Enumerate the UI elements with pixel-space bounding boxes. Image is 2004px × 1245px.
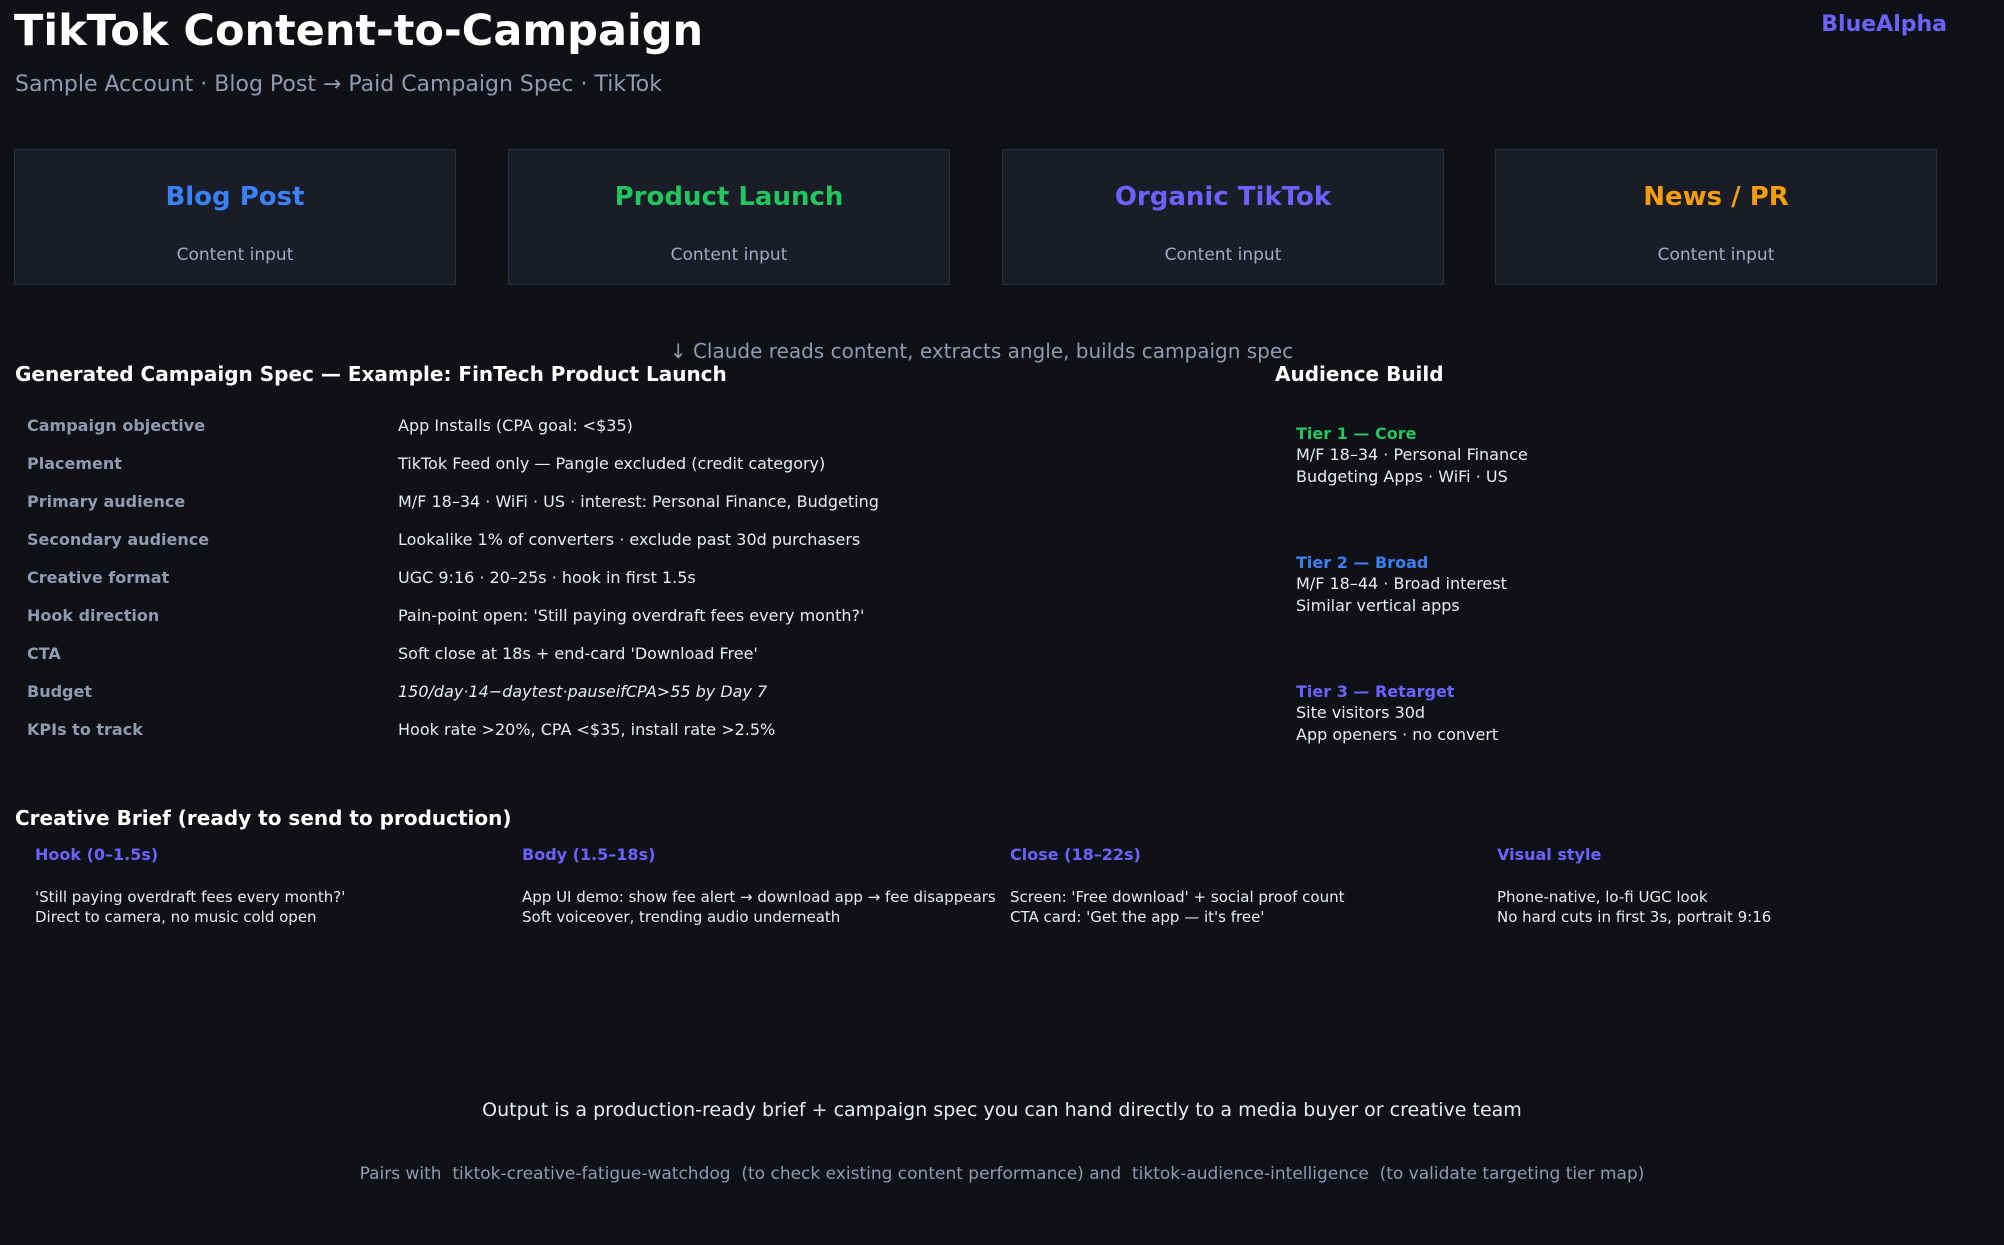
flow-note: ↓ Claude reads content, extracts angle, … (669, 339, 1294, 363)
page-title: TikTok Content-to-Campaign (14, 6, 704, 56)
campaign-spec-title: Generated Campaign Spec — Example: FinTe… (15, 362, 727, 386)
brief-column-hook: Hook (0–1.5s) 'Still paying overdraft fe… (35, 844, 515, 927)
input-card-subtitle: Content input (176, 245, 294, 265)
spec-value: M/F 18–34 · WiFi · US · interest: Person… (398, 492, 879, 511)
input-card-product-launch: Product Launch Content input (508, 149, 950, 285)
spec-label: Primary audience (27, 492, 186, 511)
brief-column-title: Hook (0–1.5s) (35, 845, 159, 864)
brief-line: Soft voiceover, trending audio underneat… (522, 908, 841, 926)
tier-line: M/F 18–34 · Personal Finance (1296, 445, 1528, 464)
brief-column-title: Visual style (1497, 845, 1602, 864)
spec-row-budget: Budget 150/day·14−daytest·pauseifCPA>55 … (27, 682, 1227, 712)
output-note: Output is a production-ready brief + cam… (482, 1099, 1522, 1121)
brief-line: 'Still paying overdraft fees every month… (35, 888, 346, 906)
spec-value: 150/day·14−daytest·pauseifCPA>55 by Day … (398, 682, 768, 701)
spec-row-secondary-audience: Secondary audience Lookalike 1% of conve… (27, 530, 1227, 560)
input-card-blog-post: Blog Post Content input (14, 149, 456, 285)
page-subtitle: Sample Account · Blog Post → Paid Campai… (15, 72, 662, 97)
spec-row-kpis: KPIs to track Hook rate >20%, CPA <$35, … (27, 720, 1227, 750)
spec-row-cta: CTA Soft close at 18s + end-card 'Downlo… (27, 644, 1227, 674)
creative-brief-title: Creative Brief (ready to send to product… (15, 806, 512, 830)
spec-label: Secondary audience (27, 530, 210, 549)
input-card-subtitle: Content input (1164, 245, 1282, 265)
audience-tier-retarget: Tier 3 — Retarget Site visitors 30d App … (1296, 682, 1796, 746)
spec-label: Hook direction (27, 606, 160, 625)
spec-row-placement: Placement TikTok Feed only — Pangle excl… (27, 454, 1227, 484)
brief-line: CTA card: 'Get the app — it's free' (1010, 908, 1265, 926)
tier-title: Tier 2 — Broad (1296, 553, 1429, 572)
brief-line: Phone-native, lo-fi UGC look (1497, 888, 1708, 906)
input-card-title: Organic TikTok (1114, 182, 1332, 212)
audience-build-title: Audience Build (1275, 362, 1444, 386)
brand-logo: BlueAlpha (1821, 12, 1947, 37)
spec-label: Budget (27, 682, 92, 701)
tier-line: App openers · no convert (1296, 725, 1499, 744)
spec-value: TikTok Feed only — Pangle excluded (cred… (398, 454, 826, 473)
spec-value: Soft close at 18s + end-card 'Download F… (398, 644, 758, 663)
audience-tier-broad: Tier 2 — Broad M/F 18–44 · Broad interes… (1296, 553, 1796, 617)
spec-label: KPIs to track (27, 720, 143, 739)
spec-row-hook-direction: Hook direction Pain-point open: 'Still p… (27, 606, 1227, 636)
input-card-subtitle: Content input (1657, 245, 1775, 265)
tier-title: Tier 1 — Core (1296, 424, 1417, 443)
input-card-news-pr: News / PR Content input (1495, 149, 1937, 285)
brief-line: No hard cuts in first 3s, portrait 9:16 (1497, 908, 1772, 926)
tier-line: M/F 18–44 · Broad interest (1296, 574, 1507, 593)
spec-value: App Installs (CPA goal: <$35) (398, 416, 633, 435)
tier-line: Similar vertical apps (1296, 596, 1460, 615)
input-card-subtitle: Content input (670, 245, 788, 265)
input-card-title: News / PR (1643, 182, 1789, 212)
tier-title: Tier 3 — Retarget (1296, 682, 1455, 701)
spec-row-primary-audience: Primary audience M/F 18–34 · WiFi · US ·… (27, 492, 1227, 522)
spec-value: Hook rate >20%, CPA <$35, install rate >… (398, 720, 776, 739)
tier-line: Site visitors 30d (1296, 703, 1426, 722)
input-card-title: Blog Post (165, 182, 305, 212)
audience-tier-core: Tier 1 — Core M/F 18–34 · Personal Finan… (1296, 424, 1796, 488)
brief-line: Screen: 'Free download' + social proof c… (1010, 888, 1345, 906)
brief-column-visual-style: Visual style Phone-native, lo-fi UGC loo… (1497, 844, 1977, 927)
brief-column-close: Close (18–22s) Screen: 'Free download' +… (1010, 844, 1490, 927)
spec-value: Pain-point open: 'Still paying overdraft… (398, 606, 865, 625)
brief-line: Direct to camera, no music cold open (35, 908, 317, 926)
spec-row-creative-format: Creative format UGC 9:16 · 20–25s · hook… (27, 568, 1227, 598)
input-card-organic-tiktok: Organic TikTok Content input (1002, 149, 1444, 285)
brief-line: App UI demo: show fee alert → download a… (522, 888, 996, 906)
tier-line: Budgeting Apps · WiFi · US (1296, 467, 1508, 486)
spec-value: UGC 9:16 · 20–25s · hook in first 1.5s (398, 568, 696, 587)
brief-column-body: Body (1.5–18s) App UI demo: show fee ale… (522, 844, 1002, 927)
brief-column-title: Close (18–22s) (1010, 845, 1141, 864)
spec-label: Creative format (27, 568, 170, 587)
spec-label: Campaign objective (27, 416, 206, 435)
spec-label: CTA (27, 644, 61, 663)
pairs-note: Pairs with tiktok-creative-fatigue-watch… (359, 1164, 1645, 1184)
spec-row-campaign-objective: Campaign objective App Installs (CPA goa… (27, 416, 1227, 446)
spec-value: Lookalike 1% of converters · exclude pas… (398, 530, 861, 549)
brief-column-title: Body (1.5–18s) (522, 845, 656, 864)
spec-label: Placement (27, 454, 122, 473)
input-card-title: Product Launch (614, 182, 844, 212)
